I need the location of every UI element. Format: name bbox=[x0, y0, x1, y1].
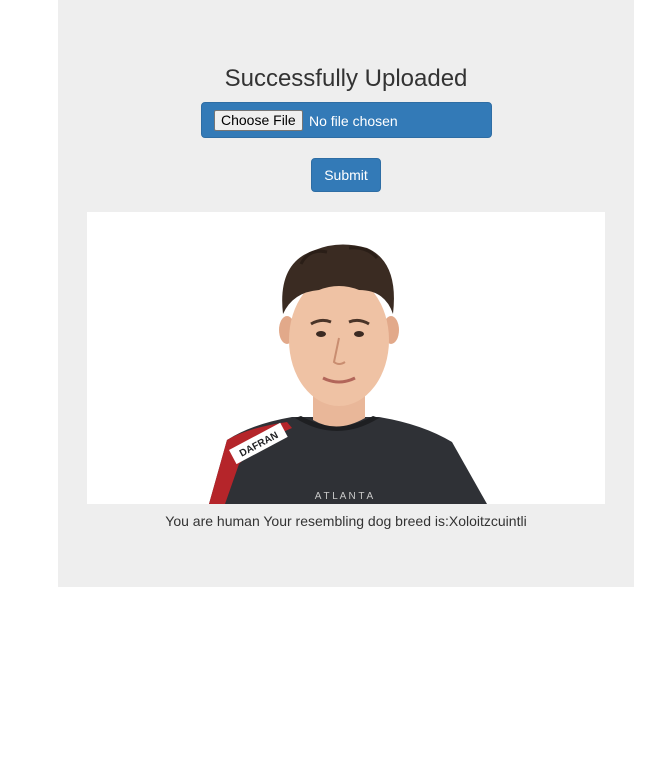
breed-result-text: You are human Your resembling dog breed … bbox=[165, 513, 527, 529]
page-title: Successfully Uploaded bbox=[224, 65, 468, 92]
choose-file-button[interactable]: Choose File bbox=[214, 110, 303, 131]
uploaded-photo: DAFRAN A T L A N T A bbox=[87, 212, 605, 504]
submit-button[interactable]: Submit bbox=[311, 158, 381, 192]
jersey-lettering: A T L A N T A bbox=[315, 491, 374, 502]
person-portrait-image: DAFRAN A T L A N T A bbox=[87, 212, 605, 504]
file-status-text: No file chosen bbox=[309, 113, 398, 129]
upload-panel: Successfully Uploaded Choose File No fil… bbox=[58, 0, 634, 587]
file-input[interactable]: Choose File No file chosen bbox=[201, 102, 492, 138]
